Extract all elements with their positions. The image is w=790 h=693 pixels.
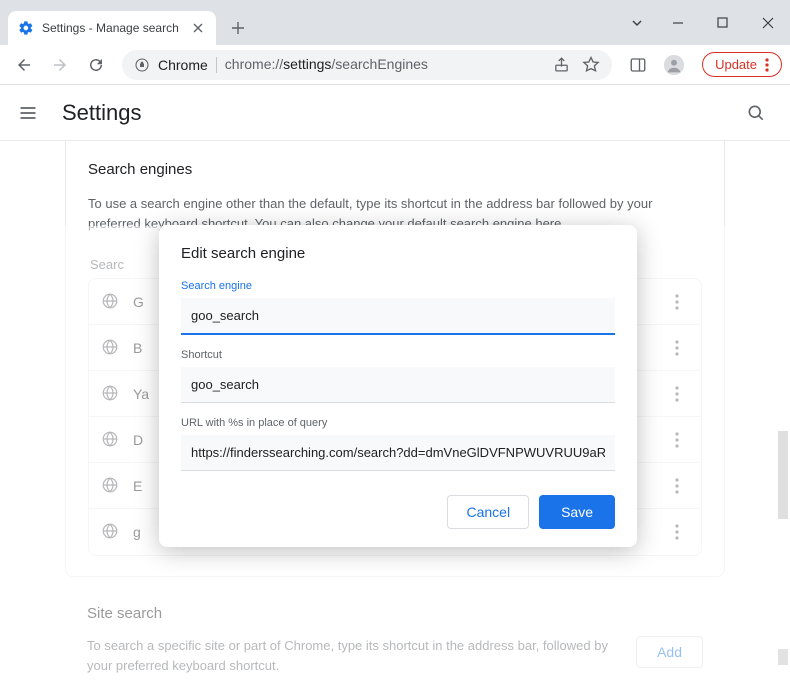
update-label: Update (715, 57, 757, 72)
tab-search-button[interactable] (619, 8, 655, 38)
new-tab-button[interactable] (224, 14, 252, 42)
dialog-title: Edit search engine (181, 245, 615, 262)
forward-button[interactable] (44, 49, 76, 81)
browser-toolbar: Chrome chrome://settings/searchEngines U… (0, 45, 790, 85)
update-button[interactable]: Update (702, 52, 782, 77)
tab-title: Settings - Manage search engine (42, 21, 182, 35)
address-bar[interactable]: Chrome chrome://settings/searchEngines (122, 50, 612, 80)
url-scheme-label: Chrome (158, 57, 208, 73)
field-label-shortcut: Shortcut (181, 349, 615, 361)
more-icon (765, 58, 769, 72)
profile-button[interactable] (658, 49, 690, 81)
url-input[interactable] (181, 435, 615, 471)
field-label-url: URL with %s in place of query (181, 417, 615, 429)
gear-icon (18, 20, 34, 36)
section-heading: Search engines (88, 161, 702, 178)
search-engine-input[interactable] (181, 298, 615, 335)
url-text: chrome://settings/searchEngines (225, 56, 428, 74)
menu-icon[interactable] (18, 103, 38, 123)
bookmark-icon[interactable] (582, 56, 600, 74)
settings-header: Settings (0, 85, 790, 141)
window-titlebar: Settings - Manage search engine (0, 0, 790, 45)
search-icon[interactable] (746, 103, 766, 123)
close-window-button[interactable] (745, 8, 790, 38)
minimize-button[interactable] (655, 8, 700, 38)
cancel-button[interactable]: Cancel (447, 495, 529, 529)
maximize-button[interactable] (700, 8, 745, 38)
site-info-icon[interactable] (134, 57, 150, 73)
save-button[interactable]: Save (539, 495, 615, 529)
reload-button[interactable] (80, 49, 112, 81)
back-button[interactable] (8, 49, 40, 81)
window-controls (619, 0, 790, 45)
browser-tab[interactable]: Settings - Manage search engine (8, 11, 216, 45)
field-label-search-engine: Search engine (181, 280, 615, 292)
separator (216, 57, 217, 73)
page-title: Settings (62, 100, 142, 126)
side-panel-button[interactable] (622, 49, 654, 81)
shortcut-input[interactable] (181, 367, 615, 403)
edit-search-engine-dialog: Edit search engine Search engine Shortcu… (159, 225, 637, 547)
share-icon[interactable] (553, 56, 570, 73)
close-icon[interactable] (190, 20, 206, 36)
